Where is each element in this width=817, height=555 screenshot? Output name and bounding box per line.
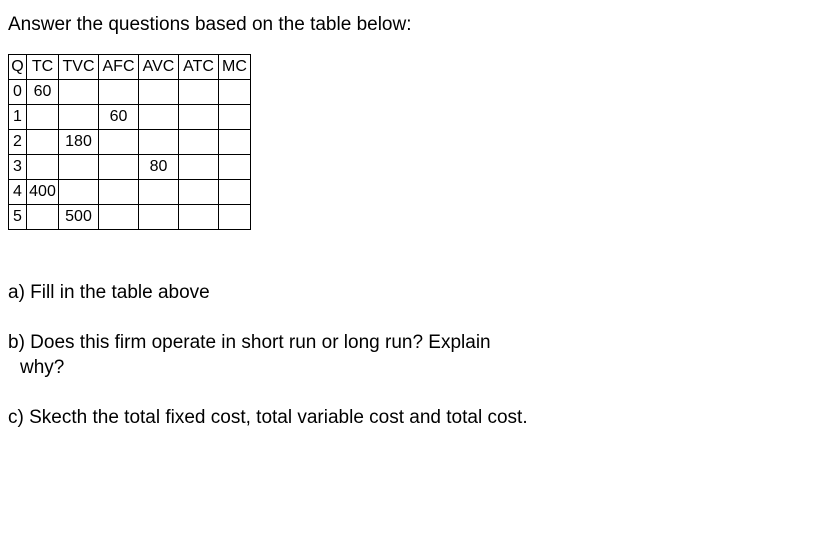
cell-q: 1: [9, 105, 27, 130]
cell-mc: [219, 130, 251, 155]
cell-q: 3: [9, 155, 27, 180]
cell-afc: [99, 80, 139, 105]
cell-avc: [139, 205, 179, 230]
cell-afc: [99, 130, 139, 155]
header-tvc: TVC: [59, 55, 99, 80]
cell-mc: [219, 205, 251, 230]
instruction-text: Answer the questions based on the table …: [8, 14, 809, 36]
cell-mc: [219, 80, 251, 105]
table-header-row: Q TC TVC AFC AVC ATC MC: [9, 55, 251, 80]
header-afc: AFC: [99, 55, 139, 80]
question-b-line1: b) Does this firm operate in short run o…: [8, 332, 491, 353]
question-b-line2: why?: [8, 357, 64, 378]
cell-avc: 80: [139, 155, 179, 180]
table-row: 2 180: [9, 130, 251, 155]
cell-atc: [179, 155, 219, 180]
cell-tvc: [59, 105, 99, 130]
cell-tc: 60: [27, 80, 59, 105]
header-tc: TC: [27, 55, 59, 80]
cell-mc: [219, 180, 251, 205]
cell-tvc: 500: [59, 205, 99, 230]
cell-q: 5: [9, 205, 27, 230]
question-c: c) Skecth the total fixed cost, total va…: [8, 405, 809, 431]
question-a: a) Fill in the table above: [8, 280, 809, 306]
cell-mc: [219, 155, 251, 180]
cell-atc: [179, 180, 219, 205]
cell-atc: [179, 80, 219, 105]
header-atc: ATC: [179, 55, 219, 80]
cell-tc: [27, 155, 59, 180]
table-row: 5 500: [9, 205, 251, 230]
cell-avc: [139, 80, 179, 105]
header-avc: AVC: [139, 55, 179, 80]
cell-tvc: [59, 180, 99, 205]
question-b: b) Does this firm operate in short run o…: [8, 330, 809, 381]
cell-tc: 400: [27, 180, 59, 205]
table-row: 0 60: [9, 80, 251, 105]
cell-atc: [179, 205, 219, 230]
cell-tvc: [59, 155, 99, 180]
header-mc: MC: [219, 55, 251, 80]
cell-q: 0: [9, 80, 27, 105]
cell-afc: [99, 155, 139, 180]
cell-afc: [99, 180, 139, 205]
cell-mc: [219, 105, 251, 130]
cell-tc: [27, 130, 59, 155]
cost-table: Q TC TVC AFC AVC ATC MC 0 60 1 60: [8, 54, 251, 230]
table-row: 3 80: [9, 155, 251, 180]
cell-avc: [139, 130, 179, 155]
table-row: 1 60: [9, 105, 251, 130]
cell-q: 2: [9, 130, 27, 155]
cell-atc: [179, 130, 219, 155]
cell-tvc: [59, 80, 99, 105]
cell-afc: 60: [99, 105, 139, 130]
table-row: 4 400: [9, 180, 251, 205]
cell-tvc: 180: [59, 130, 99, 155]
cell-tc: [27, 205, 59, 230]
cell-q: 4: [9, 180, 27, 205]
header-q: Q: [9, 55, 27, 80]
cell-avc: [139, 180, 179, 205]
cell-avc: [139, 105, 179, 130]
cell-afc: [99, 205, 139, 230]
cell-tc: [27, 105, 59, 130]
cell-atc: [179, 105, 219, 130]
